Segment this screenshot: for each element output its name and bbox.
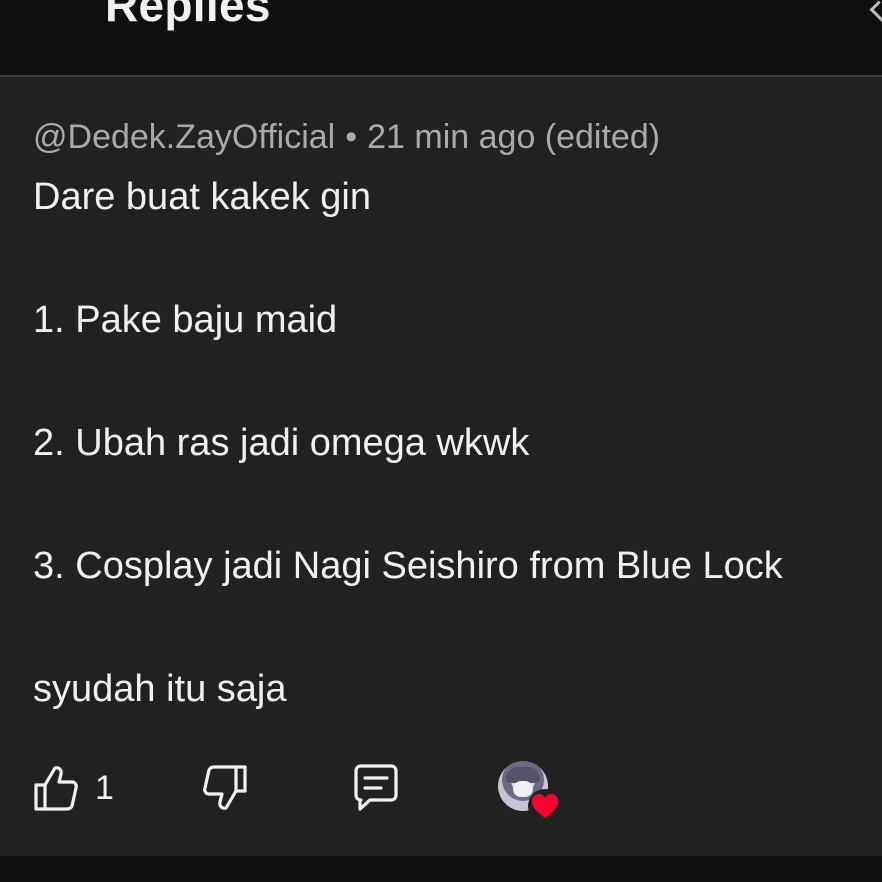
comment-author[interactable]: @Dedek.ZayOfficial xyxy=(33,118,335,156)
comment-line: 1. Pake baju maid xyxy=(33,299,338,341)
like-count: 1 xyxy=(95,768,114,807)
comment-icon xyxy=(354,764,398,811)
comment-line xyxy=(33,259,863,300)
like-button[interactable]: 1 xyxy=(33,761,114,815)
meta-separator: • xyxy=(345,118,358,156)
replies-screen: Replies @Dedek.ZayOfficial • 21 min ago (e… xyxy=(0,0,882,882)
heart-icon xyxy=(532,794,558,818)
comment-line xyxy=(33,587,863,628)
comment-actions: 1 xyxy=(0,753,882,823)
comment-line xyxy=(33,341,863,382)
dislike-button[interactable] xyxy=(202,761,248,815)
comment-line: Dare buat kakek gin xyxy=(33,176,371,218)
comment-line xyxy=(33,382,863,423)
comment-line xyxy=(33,464,863,505)
page-title: Replies xyxy=(105,0,271,31)
comment-line xyxy=(33,218,863,259)
comment-line: 3. Cosplay jadi Nagi Seishiro from Blue … xyxy=(33,545,783,587)
comment-line: 2. Ubah ras jadi omega wkwk xyxy=(33,422,530,464)
comment-body: Dare buat kakek gin 1. Pake baju maid 2.… xyxy=(33,177,863,710)
comment-card: @Dedek.ZayOfficial • 21 min ago (edited) D… xyxy=(0,77,882,856)
reply-button[interactable] xyxy=(350,761,402,815)
replies-header: Replies xyxy=(0,0,882,77)
comment-line xyxy=(33,505,863,546)
comment-line xyxy=(33,628,863,669)
heart-badge xyxy=(528,789,562,823)
comment-meta: @Dedek.ZayOfficial • 21 min ago (edited) xyxy=(33,118,660,157)
header-edge-icon[interactable] xyxy=(869,0,882,25)
comment-line: syudah itu saja xyxy=(33,668,287,710)
comment-time: 21 min ago (edited) xyxy=(367,118,661,156)
creator-heart xyxy=(498,761,564,823)
thumbs-up-icon xyxy=(34,766,78,811)
bottom-bar xyxy=(0,856,882,882)
thumbs-down-icon xyxy=(203,765,247,810)
